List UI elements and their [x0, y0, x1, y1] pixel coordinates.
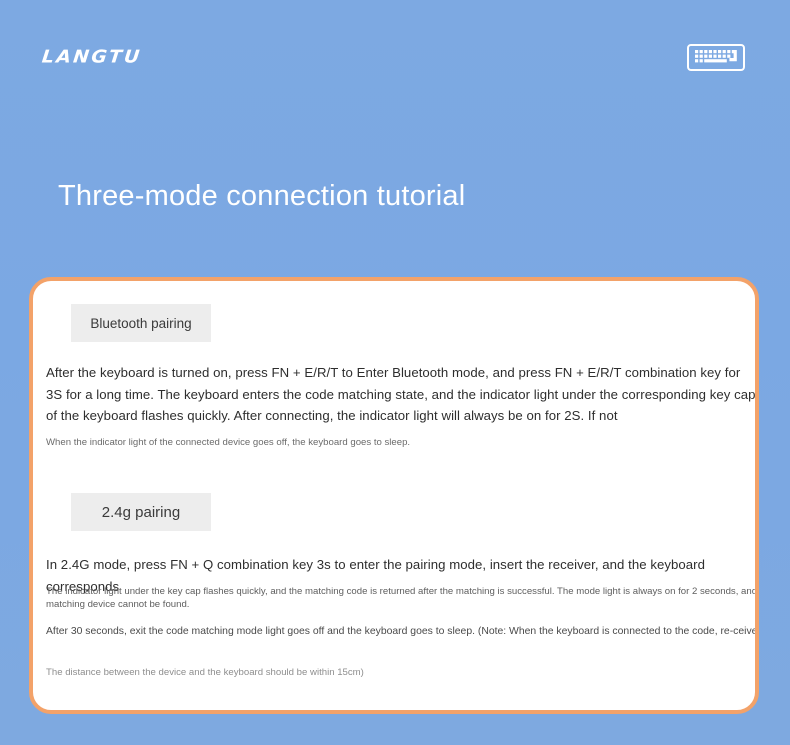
tutorial-page: LANGTU Three-mode connection tutorial Bl…	[0, 0, 790, 745]
section-chip-bluetooth: Bluetooth pairing	[71, 304, 211, 342]
tutorial-card: Bluetooth pairing After the keyboard is …	[29, 277, 759, 714]
bluetooth-instructions: After the keyboard is turned on, press F…	[46, 365, 756, 423]
brand-logo: LANGTU	[40, 46, 143, 68]
24g-indicator-note: The indicator light under the key cap fl…	[46, 586, 759, 610]
page-title: Three-mode connection tutorial	[58, 180, 466, 212]
keyboard-icon	[687, 44, 745, 71]
tutorial-card-body: Bluetooth pairing After the keyboard is …	[33, 281, 755, 710]
section-chip-24g: 2.4g pairing	[71, 493, 211, 531]
24g-distance-note: The distance between the device and the …	[46, 667, 364, 678]
page-header: LANGTU	[0, 0, 790, 110]
24g-timeout-note: After 30 seconds, exit the code matching…	[46, 626, 758, 637]
bluetooth-sleep-note: When the indicator light of the connecte…	[46, 437, 411, 448]
